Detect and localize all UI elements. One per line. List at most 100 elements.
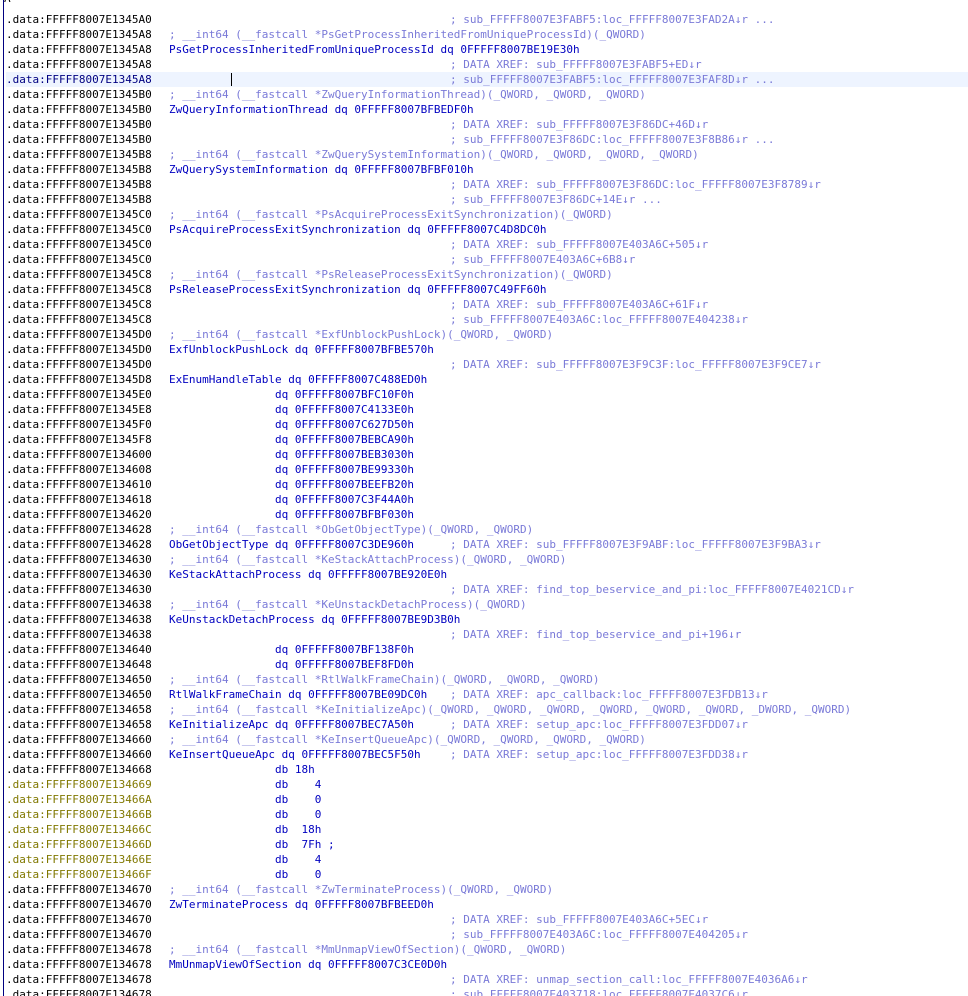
listing-line[interactable]: .data:FFFFF8007E134670 ; __int64 (__fastc…: [6, 882, 968, 897]
listing-line[interactable]: .data:FFFFF8007E1345F0 dq 0FFFFF8007C627…: [6, 417, 968, 432]
listing-line[interactable]: .data:FFFFF8007E1345B0 ZwQueryInformation…: [6, 102, 968, 117]
listing-line[interactable]: .data:FFFFF8007E134658 ; __int64 (__fastc…: [6, 702, 968, 717]
line-code[interactable]: ExEnumHandleTable dq 0FFFFF8007C488ED0h: [169, 372, 427, 387]
line-code[interactable]: ObGetObjectType dq 0FFFFF8007C3DE960h: [169, 537, 414, 552]
listing-line[interactable]: .data:FFFFF8007E13466E db 4: [6, 852, 968, 867]
listing-line[interactable]: .data:FFFFF8007E134628 ; __int64 (__fastc…: [6, 522, 968, 537]
listing-line[interactable]: .data:FFFFF8007E134620 dq 0FFFFF8007BFBF…: [6, 507, 968, 522]
listing-line[interactable]: .data:FFFFF8007E134660 ; __int64 (__fastc…: [6, 732, 968, 747]
line-xref-comment[interactable]: ; DATA XREF: sub_FFFFF8007E403A6C+5EC↓r: [450, 912, 708, 927]
line-xref-comment[interactable]: ; sub_FFFFF8007E403718:loc_FFFFF8007E403…: [450, 987, 748, 996]
listing-line[interactable]: .data:FFFFF8007E1345F8 dq 0FFFFF8007BEBC…: [6, 432, 968, 447]
line-xref-comment[interactable]: ; DATA XREF: sub_FFFFF8007E3FABF5+ED↓r: [450, 57, 702, 72]
line-xref-comment[interactable]: ; sub_FFFFF8007E3F86DC+14E↓r ...: [450, 192, 662, 207]
line-code[interactable]: ZwQuerySystemInformation dq 0FFFFF8007BF…: [169, 162, 474, 177]
listing-line[interactable]: .data:FFFFF8007E134640 dq 0FFFFF8007BF13…: [6, 642, 968, 657]
line-code[interactable]: dq 0FFFFF8007BEEFB20h: [169, 477, 414, 492]
listing-line[interactable]: .data:FFFFF8007E1345B8 ; __int64 (__fastc…: [6, 147, 968, 162]
listing-line[interactable]: .data:FFFFF8007E1345C8 ; sub_FFFFF8007E40…: [6, 312, 968, 327]
line-code[interactable]: dq 0FFFFF8007C4133E0h: [169, 402, 414, 417]
listing-line[interactable]: .data:FFFFF8007E134678 MmUnmapViewOfSecti…: [6, 957, 968, 972]
listing-line[interactable]: .data:FFFFF8007E13466F db 0: [6, 867, 968, 882]
line-code[interactable]: dq 0FFFFF8007BFC10F0h: [169, 387, 414, 402]
line-code[interactable]: ZwQueryInformationThread dq 0FFFFF8007BF…: [169, 102, 474, 117]
listing-line[interactable]: .data:FFFFF8007E1345C0 ; DATA XREF: sub_F…: [6, 237, 968, 252]
listing-line[interactable]: .data:FFFFF8007E134600 dq 0FFFFF8007BEB3…: [6, 447, 968, 462]
listing-line[interactable]: .data:FFFFF8007E134630 KeStackAttachProce…: [6, 567, 968, 582]
line-xref-comment[interactable]: ; DATA XREF: apc_callback:loc_FFFFF8007E…: [450, 687, 768, 702]
listing-line[interactable]: .data:FFFFF8007E1345D0 ExfUnblockPushLock…: [6, 342, 968, 357]
listing-line[interactable]: .data:FFFFF8007E13466C db 18h: [6, 822, 968, 837]
listing-line[interactable]: .data:FFFFF8007E134678 ; __int64 (__fastc…: [6, 942, 968, 957]
listing-line[interactable]: .data:FFFFF8007E134670 ZwTerminateProcess…: [6, 897, 968, 912]
listing-line[interactable]: .data:FFFFF8007E134628 ObGetObjectType dq…: [6, 537, 968, 552]
line-code[interactable]: dq 0FFFFF8007BE99330h: [169, 462, 414, 477]
listing-line[interactable]: .data:FFFFF8007E1345D8 ExEnumHandleTable …: [6, 372, 968, 387]
line-code[interactable]: PsReleaseProcessExitSynchronization dq 0…: [169, 282, 547, 297]
line-code[interactable]: KeUnstackDetachProcess dq 0FFFFF8007BE9D…: [169, 612, 460, 627]
listing-line[interactable]: .data:FFFFF8007E1345B8 ; DATA XREF: sub_F…: [6, 177, 968, 192]
line-xref-comment[interactable]: ; DATA XREF: find_top_beservice_and_pi:l…: [450, 582, 854, 597]
listing-line[interactable]: .data:FFFFF8007E1345C8 ; DATA XREF: sub_F…: [6, 297, 968, 312]
listing-line[interactable]: .data:FFFFF8007E1345E8 dq 0FFFFF8007C413…: [6, 402, 968, 417]
line-code[interactable]: dq 0FFFFF8007BFBF030h: [169, 507, 414, 522]
line-code[interactable]: PsAcquireProcessExitSynchronization dq 0…: [169, 222, 547, 237]
line-code[interactable]: db 0: [169, 807, 321, 822]
listing-line[interactable]: .data:FFFFF8007E134638 ; DATA XREF: find_…: [6, 627, 968, 642]
line-code[interactable]: db 4: [169, 852, 321, 867]
listing-line[interactable]: .data:FFFFF8007E1345A8 ; sub_FFFFF8007E3F…: [6, 72, 968, 87]
listing-line[interactable]: .data:FFFFF8007E134670 ; sub_FFFFF8007E40…: [6, 927, 968, 942]
line-code[interactable]: db 4: [169, 777, 321, 792]
line-xref-comment[interactable]: ; DATA XREF: sub_FFFFF8007E3F86DC+46D↓r: [450, 117, 708, 132]
listing-line[interactable]: .data:FFFFF8007E134668 db 18h: [6, 762, 968, 777]
listing-line[interactable]: .data:FFFFF8007E1345C0 ; __int64 (__fastc…: [6, 207, 968, 222]
listing-line[interactable]: .data:FFFFF8007E13466D db 7Fh ;: [6, 837, 968, 852]
listing-line[interactable]: .data:FFFFF8007E134670 ; DATA XREF: sub_F…: [6, 912, 968, 927]
line-code[interactable]: db 7Fh ;: [169, 837, 335, 852]
listing-line[interactable]: .data:FFFFF8007E134658 KeInitializeApc dq…: [6, 717, 968, 732]
line-code[interactable]: ZwTerminateProcess dq 0FFFFF8007BFBEED0h: [169, 897, 434, 912]
listing-line[interactable]: .data:FFFFF8007E134618 dq 0FFFFF8007C3F4…: [6, 492, 968, 507]
line-xref-comment[interactable]: ; sub_FFFFF8007E3FABF5:loc_FFFFF8007E3FA…: [450, 72, 775, 87]
line-code[interactable]: db 0: [169, 792, 321, 807]
line-code[interactable]: dq 0FFFFF8007C3F44A0h: [169, 492, 414, 507]
listing-line[interactable]: .data:FFFFF8007E1345D0 ; __int64 (__fastc…: [6, 327, 968, 342]
listing-line[interactable]: .data:FFFFF8007E1345E0 dq 0FFFFF8007BFC1…: [6, 387, 968, 402]
listing-line[interactable]: .data:FFFFF8007E13466B db 0: [6, 807, 968, 822]
listing-line[interactable]: .data:FFFFF8007E1345A0 ; sub_FFFFF8007E3F…: [6, 12, 968, 27]
line-xref-comment[interactable]: ; DATA XREF: setup_apc:loc_FFFFF8007E3FD…: [450, 747, 748, 762]
line-code[interactable]: db 0: [169, 867, 321, 882]
listing-line[interactable]: .data:FFFFF8007E134638 ; __int64 (__fastc…: [6, 597, 968, 612]
listing-line[interactable]: .data:FFFFF8007E1345C8 ; __int64 (__fastc…: [6, 267, 968, 282]
listing-line[interactable]: .data:FFFFF8007E1345D0 ; DATA XREF: sub_F…: [6, 357, 968, 372]
line-xref-comment[interactable]: ; DATA XREF: find_top_beservice_and_pi+1…: [450, 627, 741, 642]
line-xref-comment[interactable]: ; sub_FFFFF8007E403A6C:loc_FFFFF8007E404…: [450, 927, 748, 942]
line-code[interactable]: KeInsertQueueApc dq 0FFFFF8007BEC5F50h: [169, 747, 421, 762]
line-code[interactable]: RtlWalkFrameChain dq 0FFFFF8007BE09DC0h: [169, 687, 427, 702]
disassembly-view[interactable]: A .data:FFFFF8007E1345A0 ; sub_FFFFF8007E…: [3, 0, 968, 996]
line-xref-comment[interactable]: ; sub_FFFFF8007E3FABF5:loc_FFFFF8007E3FA…: [450, 12, 775, 27]
line-xref-comment[interactable]: ; DATA XREF: sub_FFFFF8007E403A6C+61F↓r: [450, 297, 708, 312]
listing-line[interactable]: .data:FFFFF8007E134650 ; __int64 (__fastc…: [6, 672, 968, 687]
line-code[interactable]: dq 0FFFFF8007C627D50h: [169, 417, 414, 432]
line-code[interactable]: dq 0FFFFF8007BEBCA90h: [169, 432, 414, 447]
listing-line[interactable]: .data:FFFFF8007E13466A db 0: [6, 792, 968, 807]
line-code[interactable]: KeInitializeApc dq 0FFFFF8007BEC7A50h: [169, 717, 414, 732]
listing-line[interactable]: .data:FFFFF8007E1345A8 ; DATA XREF: sub_F…: [6, 57, 968, 72]
listing-line[interactable]: .data:FFFFF8007E134610 dq 0FFFFF8007BEEF…: [6, 477, 968, 492]
listing-line[interactable]: .data:FFFFF8007E134678 ; DATA XREF: unmap…: [6, 972, 968, 987]
line-code[interactable]: dq 0FFFFF8007BEF8FD0h: [169, 657, 414, 672]
listing-line[interactable]: .data:FFFFF8007E134608 dq 0FFFFF8007BE99…: [6, 462, 968, 477]
line-code[interactable]: KeStackAttachProcess dq 0FFFFF8007BE920E…: [169, 567, 447, 582]
listing-line[interactable]: .data:FFFFF8007E134650 RtlWalkFrameChain …: [6, 687, 968, 702]
line-code[interactable]: PsGetProcessInheritedFromUniqueProcessId…: [169, 42, 580, 57]
listing-line[interactable]: .data:FFFFF8007E1345B8 ZwQuerySystemInfor…: [6, 162, 968, 177]
line-xref-comment[interactable]: ; DATA XREF: sub_FFFFF8007E3F9ABF:loc_FF…: [450, 537, 821, 552]
listing-line[interactable]: .data:FFFFF8007E134638 KeUnstackDetachPro…: [6, 612, 968, 627]
listing-line[interactable]: .data:FFFFF8007E134678 ; sub_FFFFF8007E40…: [6, 987, 968, 996]
listing-line[interactable]: .data:FFFFF8007E1345B0 ; DATA XREF: sub_F…: [6, 117, 968, 132]
listing-line[interactable]: .data:FFFFF8007E1345A8 PsGetProcessInheri…: [6, 42, 968, 57]
line-code[interactable]: dq 0FFFFF8007BEB3030h: [169, 447, 414, 462]
listing-line[interactable]: .data:FFFFF8007E1345B8 ; sub_FFFFF8007E3F…: [6, 192, 968, 207]
listing-line[interactable]: .data:FFFFF8007E1345C0 PsAcquireProcessEx…: [6, 222, 968, 237]
